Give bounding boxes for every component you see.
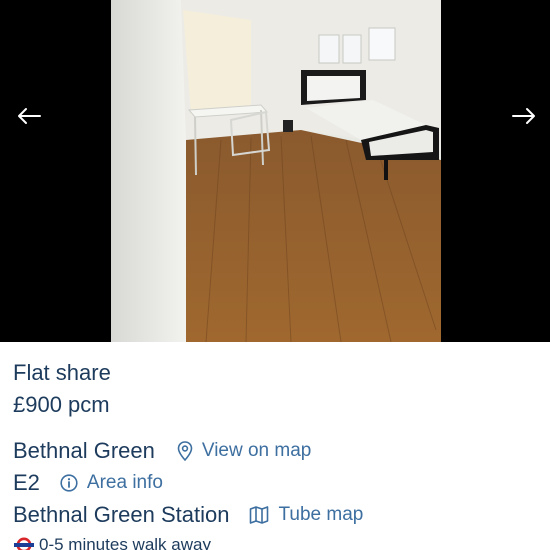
room-photo — [111, 0, 441, 342]
view-on-map-link[interactable]: View on map — [177, 440, 312, 462]
listing-type: Flat share — [13, 360, 111, 385]
area-row: Bethnal Green View on map — [13, 438, 311, 464]
station-name: Bethnal Green Station — [13, 502, 230, 527]
walk-time: 0-5 minutes walk away — [39, 535, 211, 550]
station-row: Bethnal Green Station Tube map — [13, 502, 363, 528]
info-circle-icon — [60, 474, 78, 492]
listing-price: £900 pcm — [13, 392, 110, 417]
area-info-label: Area info — [86, 472, 163, 493]
next-photo-button[interactable] — [506, 98, 542, 134]
tube-map-link[interactable]: Tube map — [249, 504, 363, 526]
postcode: E2 — [13, 470, 40, 495]
area-name: Bethnal Green — [13, 438, 155, 463]
arrow-right-icon — [512, 108, 535, 124]
listing-details: Flat share £900 pcm Bethnal Green View o… — [0, 342, 550, 550]
walk-row: 0-5 minutes walk away — [13, 535, 211, 550]
view-on-map-label: View on map — [201, 440, 312, 461]
location-pin-icon — [177, 441, 193, 461]
photo-gallery[interactable] — [0, 0, 550, 342]
arrow-left-icon — [18, 108, 41, 124]
tube-map-label: Tube map — [278, 504, 364, 525]
postcode-row: E2 Area info — [13, 470, 163, 496]
tube-roundel-icon — [14, 537, 34, 550]
area-info-link[interactable]: Area info — [60, 472, 163, 494]
map-icon — [250, 506, 269, 524]
previous-photo-button[interactable] — [11, 98, 47, 134]
